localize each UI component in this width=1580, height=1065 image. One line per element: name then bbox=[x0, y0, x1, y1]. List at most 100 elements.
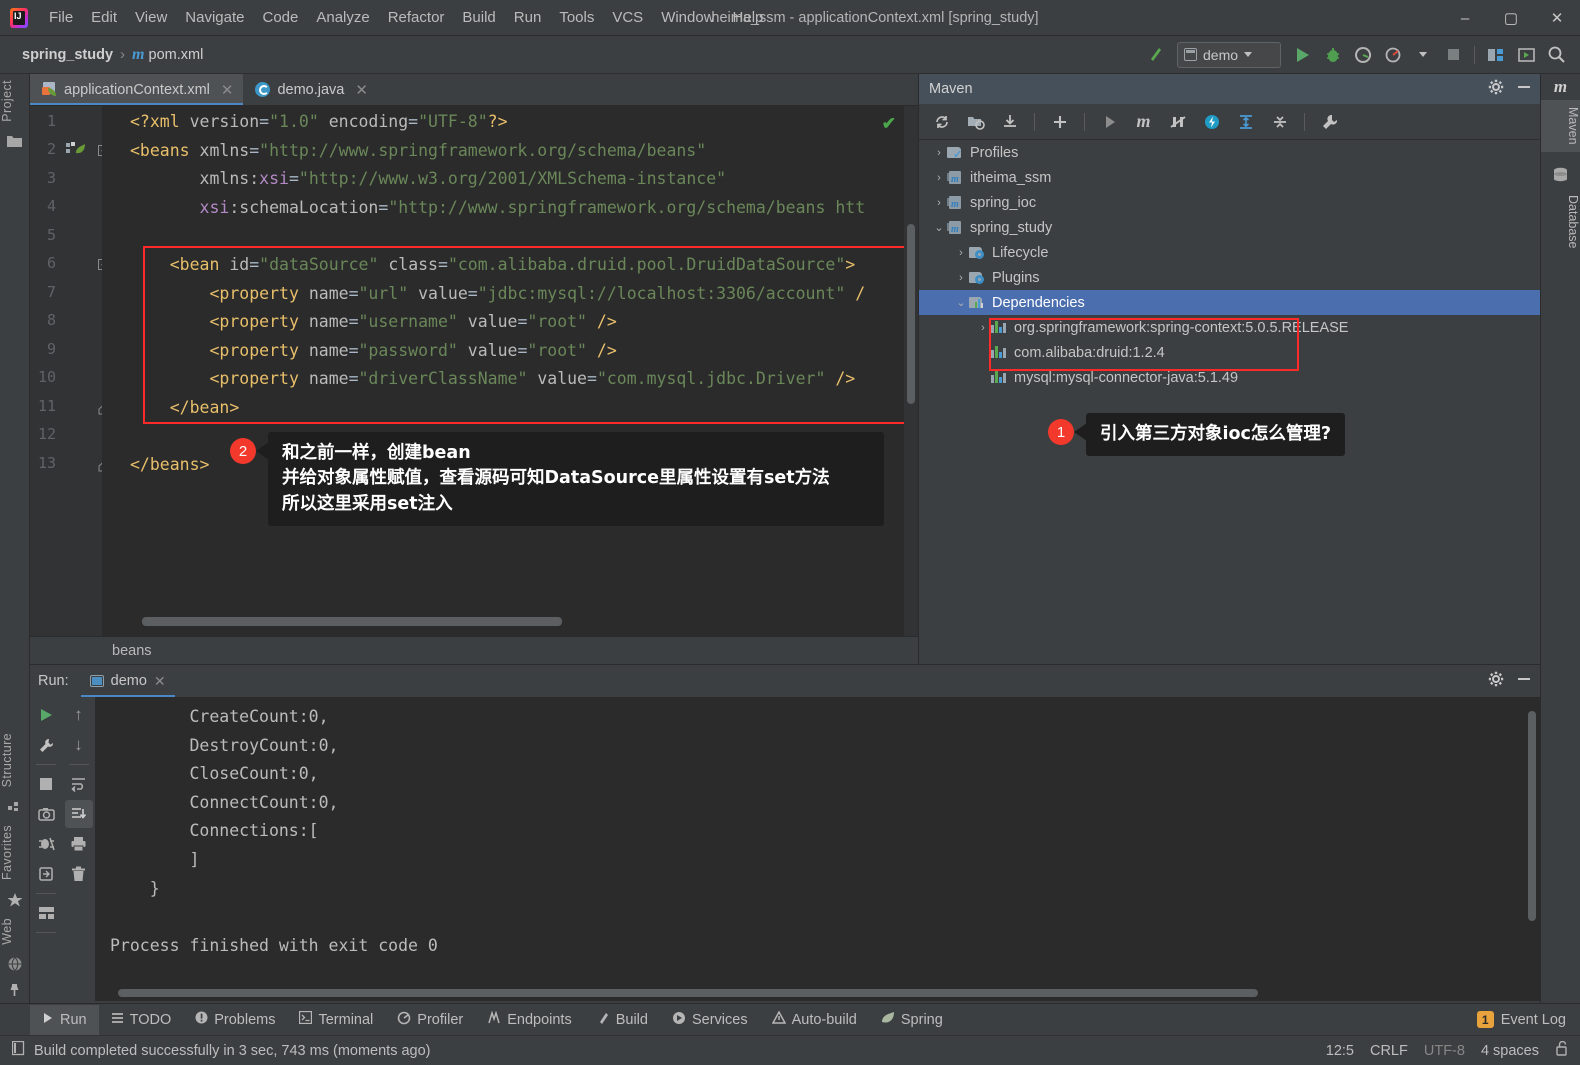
rerun-button[interactable] bbox=[32, 701, 60, 729]
dump-threads-button[interactable] bbox=[32, 830, 60, 858]
line-separator[interactable]: CRLF bbox=[1370, 1043, 1408, 1059]
menu-vcs[interactable]: VCS bbox=[603, 5, 652, 31]
tab-close-icon-2[interactable]: ✕ bbox=[355, 81, 368, 99]
console-output[interactable]: CreateCount:0, DestroyCount:0, CloseCoun… bbox=[96, 697, 1540, 1001]
generate-sources-icon[interactable] bbox=[961, 108, 990, 136]
breadcrumb-project[interactable]: spring_study bbox=[22, 47, 113, 63]
tree-item-profiles[interactable]: › ✓ Profiles bbox=[919, 140, 1540, 165]
caret-position[interactable]: 12:5 bbox=[1326, 1043, 1354, 1059]
tree-item-spring-context[interactable]: › org.springframework:spring-context:5.0… bbox=[919, 315, 1540, 340]
profile-button[interactable] bbox=[1379, 41, 1407, 69]
menu-refactor[interactable]: Refactor bbox=[379, 5, 454, 31]
menu-run[interactable]: Run bbox=[505, 5, 551, 31]
menu-help[interactable]: Help bbox=[724, 5, 773, 31]
sidebar-item-web[interactable]: Web bbox=[0, 912, 29, 951]
indent-setting[interactable]: 4 spaces bbox=[1481, 1043, 1539, 1059]
menu-tools[interactable]: Tools bbox=[550, 5, 603, 31]
pin-icon[interactable] bbox=[0, 977, 29, 1003]
run-tab-demo[interactable]: demo ✕ bbox=[80, 665, 175, 697]
editor-vertical-scrollbar[interactable] bbox=[907, 224, 915, 404]
editor-breadcrumb-beans[interactable]: beans bbox=[112, 643, 152, 659]
menu-navigate[interactable]: Navigate bbox=[176, 5, 253, 31]
tab-demo-java[interactable]: demo.java ✕ bbox=[243, 74, 377, 105]
tree-item-spring-ioc[interactable]: › m spring_ioc bbox=[919, 190, 1540, 215]
bottom-tab-todo[interactable]: TODO bbox=[99, 1005, 184, 1035]
sidebar-item-maven[interactable]: Maven bbox=[1541, 100, 1580, 152]
tree-item-plugins[interactable]: › Plugins bbox=[919, 265, 1540, 290]
tree-item-spring-study[interactable]: ⌄ m spring_study bbox=[919, 215, 1540, 240]
clear-all-button[interactable] bbox=[65, 860, 93, 888]
sidebar-item-structure[interactable]: Structure bbox=[0, 727, 29, 793]
print-button[interactable] bbox=[65, 830, 93, 858]
build-hammer-icon[interactable] bbox=[1141, 41, 1169, 69]
menu-analyze[interactable]: Analyze bbox=[307, 5, 378, 31]
lock-icon[interactable] bbox=[1555, 1040, 1568, 1060]
restore-layout-button[interactable] bbox=[32, 860, 60, 888]
run-minimize-icon[interactable] bbox=[1516, 671, 1532, 691]
run-tab-close-icon[interactable]: ✕ bbox=[154, 673, 166, 690]
expand-arrow-lifecycle[interactable]: › bbox=[953, 247, 969, 259]
bottom-tab-profiler[interactable]: Profiler bbox=[385, 1005, 475, 1035]
spring-bean-gutter-icon[interactable] bbox=[66, 142, 86, 157]
run-with-coverage-button[interactable] bbox=[1349, 41, 1377, 69]
menu-window[interactable]: Window bbox=[652, 5, 723, 31]
bottom-tab-problems[interactable]: Problems bbox=[183, 1005, 287, 1035]
bottom-tab-build[interactable]: Build bbox=[584, 1005, 660, 1035]
project-structure-button[interactable] bbox=[1482, 41, 1510, 69]
add-maven-project-icon[interactable] bbox=[1045, 108, 1074, 136]
execute-maven-goal-icon[interactable]: m bbox=[1129, 108, 1158, 136]
expand-arrow-spring-context[interactable]: › bbox=[975, 322, 991, 334]
console-vertical-scrollbar[interactable] bbox=[1528, 711, 1536, 921]
tree-item-dependencies[interactable]: ⌄ Dependencies bbox=[919, 290, 1540, 315]
menu-file[interactable]: File bbox=[40, 5, 82, 31]
structure-icon[interactable] bbox=[0, 793, 29, 819]
bottom-tab-run[interactable]: Run bbox=[30, 1004, 99, 1035]
code-text-area[interactable]: <?xml version="1.0" encoding="UTF-8"?> <… bbox=[130, 106, 918, 636]
maven-project-tree[interactable]: › ✓ Profiles › m itheima_ssm › m spring_… bbox=[919, 140, 1540, 664]
maven-settings-wrench-icon[interactable] bbox=[1315, 108, 1344, 136]
project-folder-icon[interactable] bbox=[0, 128, 29, 154]
collapse-all-icon[interactable] bbox=[1265, 108, 1294, 136]
search-everywhere-icon[interactable] bbox=[1542, 41, 1570, 69]
tree-item-lifecycle[interactable]: › Lifecycle bbox=[919, 240, 1540, 265]
toggle-offline-mode-icon[interactable] bbox=[1197, 108, 1226, 136]
editor-gutter[interactable]: 1 2 3 4 5 6 7 8 9 10 11 12 13 – – bbox=[30, 106, 109, 636]
event-log-button[interactable]: Event Log bbox=[1501, 1012, 1566, 1028]
globe-icon[interactable] bbox=[0, 951, 29, 977]
run-gear-icon[interactable] bbox=[1488, 671, 1504, 691]
profile-dropdown-caret[interactable] bbox=[1409, 41, 1437, 69]
expand-arrow-itheima-ssm[interactable]: › bbox=[931, 172, 947, 184]
expand-arrow-plugins[interactable]: › bbox=[953, 272, 969, 284]
file-encoding[interactable]: UTF-8 bbox=[1424, 1043, 1465, 1059]
run-maven-goal-icon[interactable] bbox=[1095, 108, 1124, 136]
expand-all-icon[interactable] bbox=[1231, 108, 1260, 136]
database-icon[interactable] bbox=[1546, 162, 1575, 188]
scroll-down-button[interactable]: ↓ bbox=[65, 731, 93, 759]
tree-item-mysql-connector[interactable]: mysql:mysql-connector-java:5.1.49 bbox=[919, 365, 1540, 390]
bottom-tab-autobuild[interactable]: Auto-build bbox=[760, 1005, 869, 1035]
code-editor[interactable]: 1 2 3 4 5 6 7 8 9 10 11 12 13 – – bbox=[30, 106, 918, 636]
breadcrumb-file[interactable]: pom.xml bbox=[149, 47, 204, 63]
bottom-tab-terminal[interactable]: Terminal bbox=[287, 1005, 385, 1035]
sidebar-item-database[interactable]: Database bbox=[1541, 188, 1580, 256]
sidebar-item-favorites[interactable]: Favorites bbox=[0, 819, 29, 886]
expand-arrow-spring-ioc[interactable]: › bbox=[931, 197, 947, 209]
close-button[interactable]: ✕ bbox=[1534, 0, 1580, 36]
tree-item-druid[interactable]: com.alibaba:druid:1.2.4 bbox=[919, 340, 1540, 365]
expand-arrow-profiles[interactable]: › bbox=[931, 147, 947, 159]
sidebar-item-project[interactable]: Project bbox=[0, 74, 29, 128]
soft-wrap-button[interactable] bbox=[65, 770, 93, 798]
collapse-arrow-dependencies[interactable]: ⌄ bbox=[953, 296, 969, 309]
maximize-button[interactable]: ▢ bbox=[1488, 0, 1534, 36]
editor-horizontal-scrollbar[interactable] bbox=[142, 617, 562, 626]
tab-close-icon-1[interactable]: ✕ bbox=[221, 81, 234, 99]
stop-process-button[interactable] bbox=[32, 770, 60, 798]
star-icon[interactable] bbox=[0, 886, 29, 912]
menu-view[interactable]: View bbox=[126, 5, 176, 31]
gear-icon[interactable] bbox=[1488, 79, 1504, 99]
console-horizontal-scrollbar[interactable] bbox=[118, 989, 1258, 997]
edit-configuration-button[interactable] bbox=[32, 731, 60, 759]
bottom-tab-endpoints[interactable]: Endpoints bbox=[475, 1005, 584, 1035]
reload-projects-icon[interactable] bbox=[927, 108, 956, 136]
scroll-to-end-button[interactable] bbox=[64, 800, 93, 828]
